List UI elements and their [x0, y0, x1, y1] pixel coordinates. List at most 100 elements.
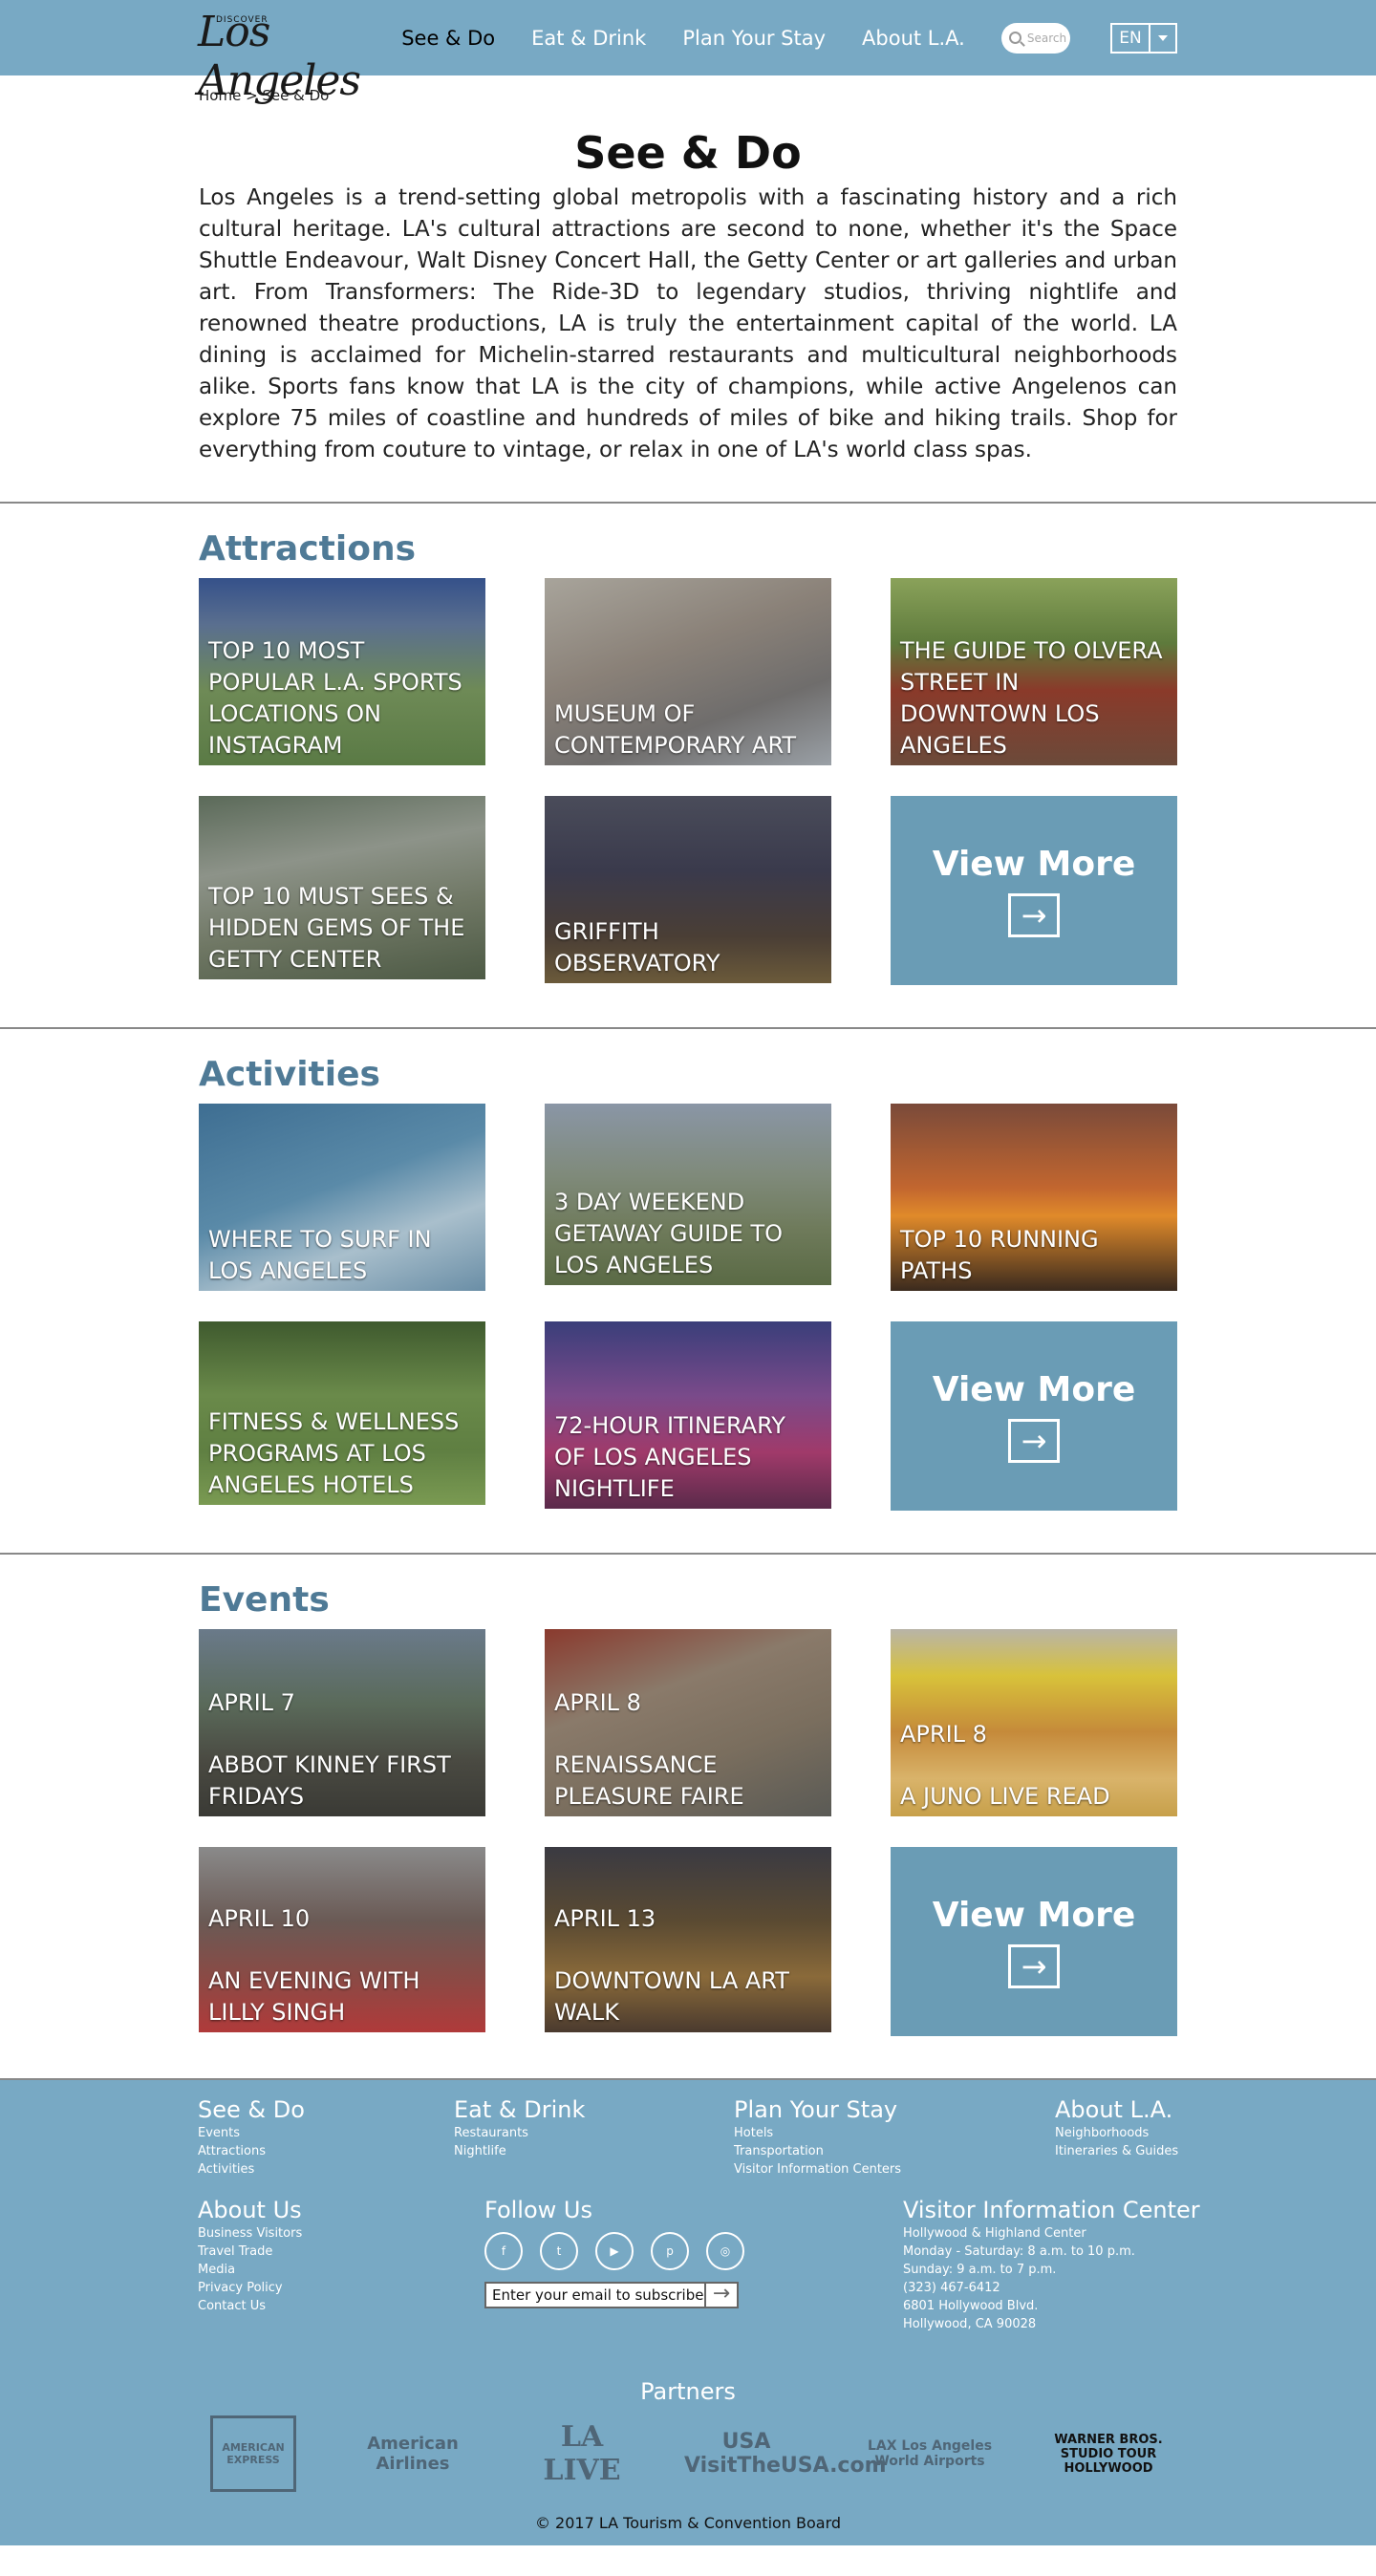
footer-nav-columns: See & Do Events Attractions Activities E…: [0, 2095, 1376, 2196]
events-heading: Events: [199, 1580, 330, 1620]
footer-heading[interactable]: Plan Your Stay: [734, 2095, 901, 2124]
social-links: f t ▶ p ◎: [484, 2232, 762, 2270]
activity-card-surf[interactable]: WHERE TO SURF IN LOS ANGELES: [199, 1104, 485, 1291]
email-subscribe-input[interactable]: Enter your email to subscribe: [484, 2282, 706, 2308]
footer-heading: About Us: [198, 2197, 302, 2223]
event-card-renaissance-faire[interactable]: APRIL 8 RENAISSANCE PLEASURE FAIRE: [545, 1629, 831, 1816]
footer-link[interactable]: Restaurants: [454, 2124, 585, 2142]
footer-link[interactable]: Visitor Information Centers: [734, 2160, 901, 2179]
attraction-card-moca[interactable]: MUSEUM OF CONTEMPORARY ART: [545, 578, 831, 765]
subscribe-form: Enter your email to subscribe →: [484, 2282, 762, 2308]
card-title: FITNESS & WELLNESS PROGRAMS AT LOS ANGEL…: [208, 1408, 460, 1498]
footer-link[interactable]: Hotels: [734, 2124, 901, 2142]
events-view-more-button[interactable]: View More →: [891, 1847, 1177, 2036]
visitor-center-line: Monday - Saturday: 8 a.m. to 10 p.m.: [903, 2244, 1135, 2259]
footer-about-us: About Us Business Visitors Travel Trade …: [198, 2196, 302, 2315]
visitor-center-line: Hollywood & Highland Center: [903, 2226, 1086, 2241]
activities-section: Activities WHERE TO SURF IN LOS ANGELES …: [0, 1029, 1376, 1553]
visit-the-usa-logo[interactable]: USA VisitTheUSA.com: [684, 2430, 887, 2478]
activity-card-weekend-getaway[interactable]: 3 DAY WEEKEND GETAWAY GUIDE TO LOS ANGEL…: [545, 1104, 831, 1285]
nav-about-la[interactable]: About L.A.: [862, 27, 965, 50]
card-title: TOP 10 MOST POPULAR L.A. SPORTS LOCATION…: [208, 637, 462, 759]
activities-grid: WHERE TO SURF IN LOS ANGELES 3 DAY WEEKE…: [199, 1104, 1177, 1553]
american-express-logo[interactable]: AMERICAN EXPRESS: [210, 2415, 296, 2492]
event-card-abbot-kinney[interactable]: APRIL 7 ABBOT KINNEY FIRST FRIDAYS: [199, 1629, 485, 1816]
footer-column-plan-your-stay: Plan Your Stay Hotels Transportation Vis…: [734, 2095, 901, 2179]
card-title: 72-HOUR ITINERARY OF LOS ANGELES NIGHTLI…: [554, 1412, 785, 1502]
partners-heading: Partners: [640, 2378, 736, 2405]
footer-link[interactable]: Business Visitors: [198, 2224, 302, 2243]
activity-card-fitness-wellness[interactable]: FITNESS & WELLNESS PROGRAMS AT LOS ANGEL…: [199, 1321, 485, 1505]
footer-link[interactable]: Transportation: [734, 2142, 901, 2160]
activity-card-nightlife[interactable]: 72-HOUR ITINERARY OF LOS ANGELES NIGHTLI…: [545, 1321, 831, 1509]
youtube-icon[interactable]: ▶: [595, 2232, 634, 2270]
footer-link[interactable]: Attractions: [198, 2142, 305, 2160]
footer-link[interactable]: Itineraries & Guides: [1055, 2142, 1178, 2160]
view-more-label: View More: [932, 1895, 1136, 1935]
site-footer: See & Do Events Attractions Activities E…: [0, 2080, 1376, 2545]
card-title: RENAISSANCE PLEASURE FAIRE: [554, 1751, 744, 1810]
visitor-center-phone[interactable]: (323) 467-6412: [903, 2279, 1200, 2297]
twitter-icon[interactable]: t: [540, 2232, 578, 2270]
events-section: Events APRIL 7 ABBOT KINNEY FIRST FRIDAY…: [0, 1555, 1376, 2078]
facebook-icon[interactable]: f: [484, 2232, 523, 2270]
event-date: APRIL 10: [208, 1905, 311, 1932]
attraction-card-griffith-observatory[interactable]: GRIFFITH OBSERVATORY: [545, 796, 831, 983]
nav-see-do[interactable]: See & Do: [401, 27, 495, 50]
warner-bros-studio-tour-logo[interactable]: WARNER BROS. STUDIO TOUR HOLLYWOOD: [1051, 2433, 1166, 2476]
footer-column-about-la: About L.A. Neighborhoods Itineraries & G…: [1055, 2095, 1178, 2160]
footer-info-row: About Us Business Visitors Travel Trade …: [0, 2196, 1376, 2363]
arrow-right-icon: →: [1008, 1943, 1060, 1988]
logo-script-text: Los Angeles: [198, 7, 361, 105]
card-title: TOP 10 RUNNING PATHS: [900, 1226, 1099, 1284]
page-title: See & Do: [574, 127, 802, 179]
american-airlines-logo[interactable]: American Airlines: [346, 2434, 480, 2474]
language-selector[interactable]: EN: [1110, 22, 1177, 54]
attraction-card-olvera-street[interactable]: THE GUIDE TO OLVERA STREET IN DOWNTOWN L…: [891, 578, 1177, 765]
la-live-logo[interactable]: LA LIVE: [529, 2420, 634, 2487]
attraction-card-sports-instagram[interactable]: TOP 10 MOST POPULAR L.A. SPORTS LOCATION…: [199, 578, 485, 765]
activities-view-more-button[interactable]: View More →: [891, 1321, 1177, 1511]
card-title: TOP 10 MUST SEES & HIDDEN GEMS OF THE GE…: [208, 883, 465, 973]
attractions-view-more-button[interactable]: View More →: [891, 796, 1177, 985]
discover-los-angeles-logo[interactable]: DISCOVER Los Angeles: [198, 4, 363, 105]
footer-link[interactable]: Nightlife: [454, 2142, 585, 2160]
card-title: MUSEUM OF CONTEMPORARY ART: [554, 700, 797, 759]
activity-card-running-paths[interactable]: TOP 10 RUNNING PATHS: [891, 1104, 1177, 1291]
nav-plan-your-stay[interactable]: Plan Your Stay: [682, 27, 826, 50]
footer-column-eat-drink: Eat & Drink Restaurants Nightlife: [454, 2095, 585, 2160]
attraction-card-getty-center[interactable]: TOP 10 MUST SEES & HIDDEN GEMS OF THE GE…: [199, 796, 485, 979]
footer-link[interactable]: Neighborhoods: [1055, 2124, 1178, 2142]
event-date: APRIL 8: [900, 1721, 987, 1748]
footer-link[interactable]: Media: [198, 2261, 302, 2279]
footer-heading[interactable]: Eat & Drink: [454, 2095, 585, 2124]
event-card-downtown-art-walk[interactable]: APRIL 13 DOWNTOWN LA ART WALK: [545, 1847, 831, 2032]
lax-logo[interactable]: LAX Los Angeles World Airports: [858, 2438, 1001, 2469]
activities-heading: Activities: [199, 1055, 380, 1094]
pinterest-icon[interactable]: p: [651, 2232, 689, 2270]
search-input[interactable]: Search: [1000, 22, 1070, 54]
event-card-juno-live-read[interactable]: APRIL 8 A JUNO LIVE READ: [891, 1629, 1177, 1816]
card-title: THE GUIDE TO OLVERA STREET IN DOWNTOWN L…: [900, 637, 1163, 759]
footer-link[interactable]: Privacy Policy: [198, 2279, 302, 2297]
footer-link[interactable]: Events: [198, 2124, 305, 2142]
main-nav: See & Do Eat & Drink Plan Your Stay Abou…: [401, 27, 1001, 50]
event-date: APRIL 13: [554, 1905, 656, 1932]
footer-heading: Visitor Information Center: [903, 2197, 1200, 2223]
footer-heading[interactable]: See & Do: [198, 2095, 305, 2124]
language-code: EN: [1112, 24, 1150, 52]
footer-visitor-center: Visitor Information Center Hollywood & H…: [903, 2196, 1200, 2333]
attractions-section: Attractions TOP 10 MOST POPULAR L.A. SPO…: [0, 504, 1376, 1027]
site-header: DISCOVER Los Angeles See & Do Eat & Drin…: [0, 0, 1376, 105]
footer-link[interactable]: Activities: [198, 2160, 305, 2179]
instagram-icon[interactable]: ◎: [706, 2232, 744, 2270]
nav-eat-drink[interactable]: Eat & Drink: [531, 27, 646, 50]
footer-link[interactable]: Travel Trade: [198, 2243, 302, 2261]
footer-heading[interactable]: About L.A.: [1055, 2095, 1178, 2124]
card-title: DOWNTOWN LA ART WALK: [554, 1967, 789, 2026]
footer-link[interactable]: Contact Us: [198, 2297, 302, 2315]
card-title: 3 DAY WEEKEND GETAWAY GUIDE TO LOS ANGEL…: [554, 1189, 783, 1278]
subscribe-submit-button[interactable]: →: [706, 2282, 739, 2308]
event-card-lilly-singh[interactable]: APRIL 10 AN EVENING WITH LILLY SINGH: [199, 1847, 485, 2032]
view-more-label: View More: [932, 1369, 1136, 1409]
